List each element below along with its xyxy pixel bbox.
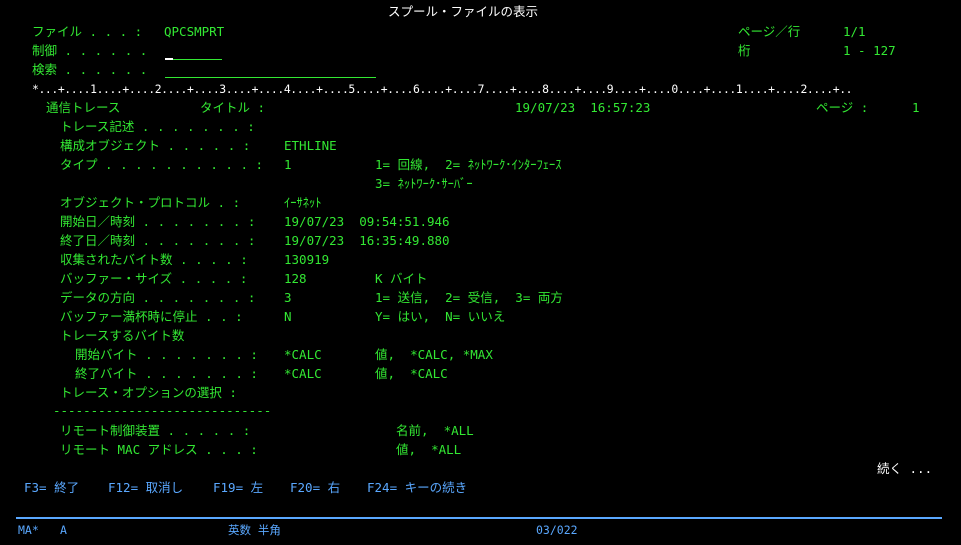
row-label: タイプ . . . . . . . . . . : <box>60 157 264 172</box>
row-value: *CALC <box>284 347 322 362</box>
file-value: QPCSMPRT <box>164 24 225 39</box>
row-note: 1= 回線, 2= ﾈｯﾄﾜｰｸ･ｲﾝﾀｰﾌｪｰｽ <box>375 157 562 172</box>
row-label: 開始バイト . . . . . . . : <box>60 347 258 362</box>
search-input[interactable] <box>165 77 376 78</box>
file-label: ファイル . . . : <box>32 24 143 39</box>
column-value: 1 - 127 <box>843 43 896 58</box>
key-label: 右 <box>327 480 341 495</box>
row-value: 19/07/23 16:35:49.880 <box>284 233 450 248</box>
key-name: F24= <box>367 480 398 495</box>
row-label: トレースするバイト数 <box>60 328 185 343</box>
report-heading: 通信トレース <box>46 100 121 115</box>
row-note: 3= ﾈｯﾄﾜｰｸ･ｻｰﾊﾞｰ <box>375 176 473 191</box>
row-note: Y= はい, N= いいえ <box>375 309 506 324</box>
row-note: 値, *CALC <box>375 366 448 381</box>
row-note: K バイト <box>375 271 428 286</box>
page-value: 1/1 <box>843 24 866 39</box>
report-page-label: ページ : <box>816 100 869 115</box>
row-label: リモート制御装置 . . . . . : <box>60 423 251 438</box>
row-label: 終了日／時刻 . . . . . . . : <box>60 233 256 248</box>
row-label: 収集されたバイト数 . . . . : <box>60 252 248 267</box>
row-label: トレース・オプションの選択 : <box>60 385 237 400</box>
row-note: 名前, *ALL <box>396 423 474 438</box>
report-date: 19/07/23 16:57:23 <box>515 100 651 115</box>
key-name: F20= <box>290 480 321 495</box>
report-page-value: 1 <box>912 100 920 115</box>
key-label: 終了 <box>54 480 80 495</box>
row-value: ｲｰｻﾈｯﾄ <box>284 195 322 210</box>
key-label: キーの続き <box>404 480 468 495</box>
row-value: N <box>284 309 292 324</box>
report-title-label: タイトル : <box>200 100 266 115</box>
mode-indicator: A <box>60 523 67 537</box>
screen-title: スプール・ファイルの表示 <box>388 4 539 19</box>
row-value: 3 <box>284 290 292 305</box>
column-label: 桁 <box>738 43 751 58</box>
control-label: 制御 . . . . . . <box>32 43 148 58</box>
input-mode-indicator: 英数 半角 <box>228 523 281 537</box>
row-value: 130919 <box>284 252 330 267</box>
row-label: 開始日／時刻 . . . . . . . : <box>60 214 256 229</box>
status-separator <box>16 517 942 519</box>
row-note: 1= 送信, 2= 受信, 3= 両方 <box>375 290 563 305</box>
row-value: 1 <box>284 157 292 172</box>
cursor-position: 03/022 <box>536 523 578 537</box>
control-input[interactable] <box>173 59 222 60</box>
f24-more-keys[interactable]: F24= キーの続き <box>367 480 467 496</box>
dashes-divider: ----------------------------- <box>53 403 272 418</box>
key-label: 左 <box>250 480 264 495</box>
row-note: 値, *CALC, *MAX <box>375 347 493 362</box>
f3-exit-key[interactable]: F3= 終了 <box>24 480 79 496</box>
row-label: バッファー・サイズ . . . . : <box>60 271 248 286</box>
row-label: リモート MAC アドレス . . . : <box>60 442 258 457</box>
key-name: F3= <box>24 480 47 495</box>
row-value: 19/07/23 09:54:51.946 <box>284 214 450 229</box>
page-label: ページ／行 <box>738 24 801 39</box>
row-value: 128 <box>284 271 307 286</box>
search-label: 検索 . . . . . . <box>32 62 148 77</box>
key-name: F19= <box>213 480 244 495</box>
f19-left-key[interactable]: F19= 左 <box>213 480 263 496</box>
row-label: 終了バイト . . . . . . . : <box>60 366 258 381</box>
row-label: オブジェクト・プロトコル . : <box>60 195 241 210</box>
row-label: バッファー満杯時に停止 . . : <box>60 309 243 324</box>
column-ruler: *...+....1....+....2....+....3....+....4… <box>32 82 853 96</box>
key-label: 取消し <box>145 480 184 495</box>
session-indicator: MA* <box>18 523 39 537</box>
text-cursor <box>165 58 173 60</box>
more-indicator: 続く ... <box>877 461 933 476</box>
row-label: トレース記述 . . . . . . . : <box>60 119 255 134</box>
row-label: 構成オブジェクト . . . . . : <box>60 138 251 153</box>
row-value: ETHLINE <box>284 138 337 153</box>
f12-cancel-key[interactable]: F12= 取消し <box>108 480 183 496</box>
row-value: *CALC <box>284 366 322 381</box>
row-label: データの方向 . . . . . . . : <box>60 290 256 305</box>
f20-right-key[interactable]: F20= 右 <box>290 480 340 496</box>
row-note: 値, *ALL <box>396 442 462 457</box>
key-name: F12= <box>108 480 139 495</box>
